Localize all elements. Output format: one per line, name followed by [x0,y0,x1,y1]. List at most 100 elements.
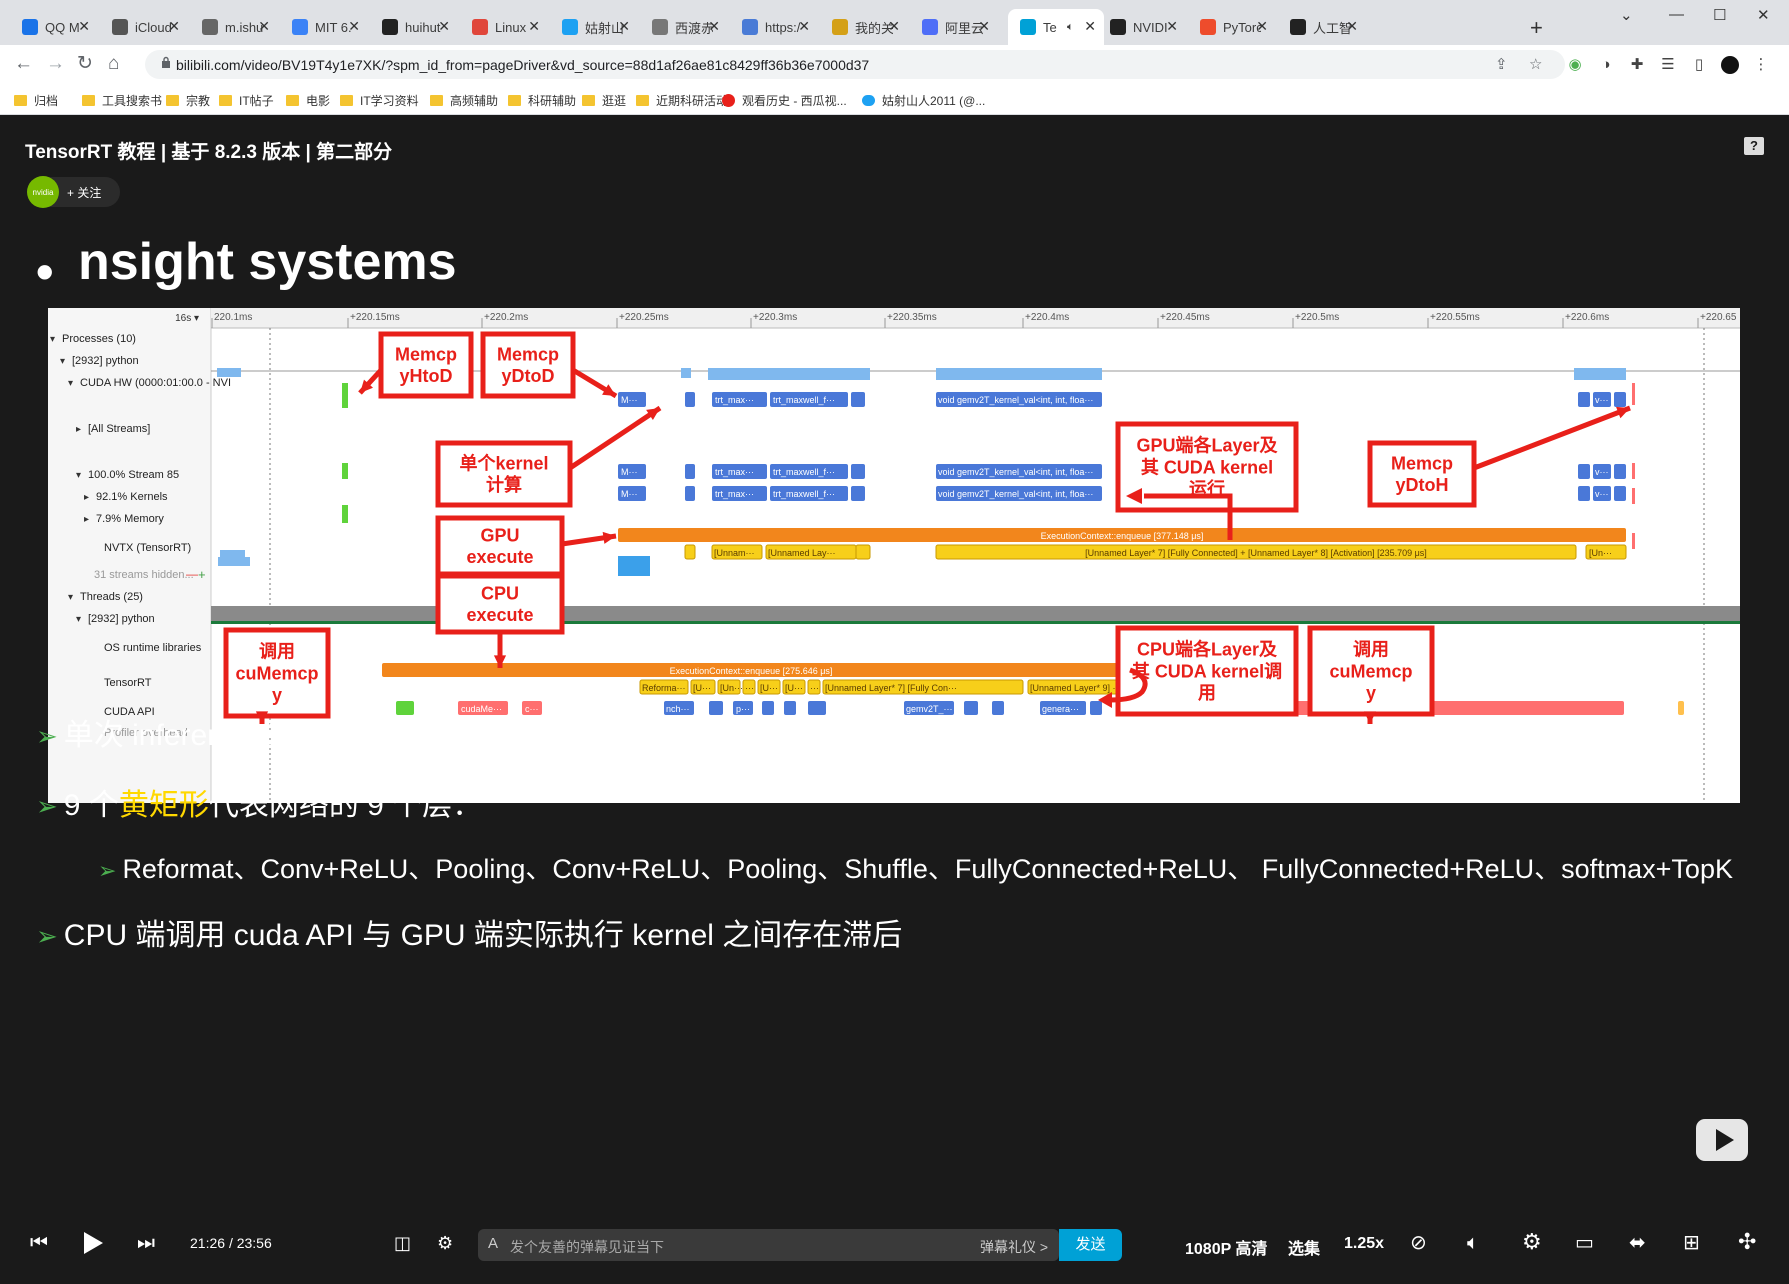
cpu-layer-label: ··· [745,683,754,693]
reload-icon[interactable]: ↻ [77,54,93,74]
tab-search-icon[interactable]: ⌄ [1620,6,1633,24]
danmu-toggle-icon[interactable]: ◫ [394,1233,411,1253]
memory-marker [342,383,348,408]
close-tab-icon[interactable]: ✕ [78,18,90,35]
menu-kebab-icon[interactable]: ⋮ [1752,56,1770,74]
bookmark-item[interactable]: IT帖子 [219,92,274,109]
danmu-input[interactable]: A 发个友善的弹幕见证当下 弹幕礼仪 > [478,1229,1059,1261]
close-tab-icon[interactable]: ✕ [1166,18,1178,35]
danmu-etiquette-link[interactable]: 弹幕礼仪 > [980,1237,1048,1257]
browser-tab[interactable]: Linux ✕ [460,9,548,45]
close-tab-icon[interactable]: ✕ [258,18,270,35]
kernel-label: trt_maxwell_f··· [773,467,835,477]
volume-icon[interactable]: 🔈︎ [1467,1233,1479,1253]
bullet-4-text: CPU 端调用 cuda API 与 GPU 端实际执行 kernel 之间存在… [63,919,903,952]
time-display: 21:26 / 23:56 [190,1235,272,1251]
browser-tab[interactable]: m.ishu ✕ [190,9,278,45]
play-button[interactable] [82,1231,104,1255]
qq-mail-icon [22,19,38,35]
browser-tab[interactable]: QQ M ✕ [10,9,98,45]
web-fullscreen-icon[interactable]: ⊞ [1683,1233,1700,1253]
bookmark-item[interactable]: 科研辅助 [508,92,576,109]
share-icon[interactable]: ⇪ [1495,55,1508,73]
browser-tab[interactable]: NVIDI ✕ [1098,9,1186,45]
reading-list-icon[interactable]: ☰ [1659,56,1677,74]
close-tab-icon[interactable]: ✕ [798,18,810,35]
bookmark-item[interactable]: 工具搜索书 [82,92,162,109]
new-tab-button[interactable]: + [1530,17,1543,39]
follow-button[interactable]: + 关注 [67,184,101,201]
close-tab-icon[interactable]: ✕ [1256,18,1268,35]
close-tab-icon[interactable]: ✕ [1346,18,1358,35]
video-player[interactable]: TensorRT 教程 | 基于 8.2.3 版本 | 第二部分 ? nvidi… [0,115,1789,1284]
bookmark-item[interactable]: IT学习资料 [340,92,419,109]
fullscreen-icon[interactable]: ✣ [1738,1231,1756,1253]
browser-tab[interactable]: https:/✕ [730,9,818,45]
track-label: CUDA HW (0000:01:00.0 - NVI [80,377,231,389]
danmu-style-icon[interactable]: A [488,1235,498,1252]
avatar[interactable]: nvidia [27,176,59,208]
close-tab-icon[interactable]: ✕ [978,18,990,35]
github-icon [1110,19,1126,35]
widescreen-icon[interactable]: ⬌ [1629,1233,1646,1253]
episodes-button[interactable]: 选集 [1288,1235,1320,1259]
bookmark-item[interactable]: 近期科研活动 [636,92,728,109]
extension-glasses-icon[interactable]: ◑ [1597,56,1615,74]
home-icon[interactable]: ⌂ [108,54,119,74]
browser-tab[interactable]: 我的关 ✕ [820,9,908,45]
close-tab-icon[interactable]: ✕ [708,18,720,35]
subtitle-off-icon[interactable]: ⊘ [1410,1233,1427,1253]
browser-tab[interactable]: PyTorc ✕ [1188,9,1276,45]
browser-tab[interactable]: iCloud ✕ [100,9,188,45]
close-tab-icon[interactable]: ✕ [168,18,180,35]
help-icon[interactable]: ? [1744,137,1764,155]
back-icon[interactable]: ← [14,54,33,74]
memory-marker [342,505,348,523]
close-tab-icon[interactable]: ✕ [1084,18,1096,35]
bilibili-tv-play-icon[interactable] [1696,1111,1748,1161]
extension-wechat-icon[interactable]: ◉ [1566,56,1584,74]
previous-icon[interactable]: ⏮ [30,1233,48,1253]
send-button[interactable]: 发送 [1059,1229,1122,1261]
settings-gear-icon[interactable]: ⚙ [1522,1231,1542,1253]
close-tab-icon[interactable]: ✕ [618,18,630,35]
bookmark-item[interactable]: 观看历史 - 西瓜视... [722,92,847,109]
profile-avatar[interactable] [1721,56,1739,74]
close-tab-icon[interactable]: ✕ [348,18,360,35]
browser-tab[interactable]: 姑射山 ✕ [550,9,638,45]
bookmark-star-icon[interactable]: ☆ [1529,55,1542,73]
bookmark-item[interactable]: 逛逛 [582,92,626,109]
close-tab-icon[interactable]: ✕ [438,18,450,35]
bookmark-label: 高频辅助 [450,94,499,108]
browser-tab[interactable]: huihut ✕ [370,9,458,45]
bookmark-item[interactable]: 电影 [286,92,330,109]
next-icon[interactable]: ⏭ [137,1233,155,1253]
extensions-puzzle-icon[interactable]: ✚ [1628,56,1646,74]
annotation-line: cuMemcp [1329,661,1412,681]
maximize-button[interactable]: ☐ [1713,6,1726,24]
picture-in-picture-icon[interactable]: ▭ [1575,1233,1594,1253]
close-tab-icon[interactable]: ✕ [888,18,900,35]
browser-tab[interactable]: 西渡赤 ✕ [640,9,728,45]
audio-playing-icon[interactable]: 🔈︎ [1067,21,1074,34]
apple-icon [112,19,128,35]
minimize-button[interactable]: — [1669,6,1684,23]
quality-selector[interactable]: 1080P 高清 [1185,1235,1267,1259]
side-panel-icon[interactable]: ▯ [1690,56,1708,74]
bookmark-item[interactable]: 姑射山人2011 (@... [862,92,985,109]
bookmark-item[interactable]: 宗教 [166,92,210,109]
browser-tab[interactable]: 人工智 ✕ [1278,9,1366,45]
uploader-chip[interactable]: nvidia + 关注 [27,176,120,208]
browser-tab[interactable]: MIT 6. ✕ [280,9,368,45]
danmu-settings-icon[interactable]: ⚙ [437,1233,453,1253]
close-window-button[interactable]: ✕ [1757,6,1770,24]
tree-toggle-icon: ▸ [84,514,89,525]
omnibox[interactable]: bilibili.com/video/BV19T4y1e7XK/?spm_id_… [145,50,1565,79]
forward-icon[interactable]: → [46,54,65,74]
bookmark-item[interactable]: 归档 [14,92,58,109]
close-tab-icon[interactable]: ✕ [528,18,540,35]
browser-tab[interactable]: 阿里云 ✕ [910,9,998,45]
speed-selector[interactable]: 1.25x [1344,1235,1384,1253]
bookmark-item[interactable]: 高频辅助 [430,92,498,109]
browser-tab[interactable]: Te 🔈︎ ✕ [1008,9,1104,45]
